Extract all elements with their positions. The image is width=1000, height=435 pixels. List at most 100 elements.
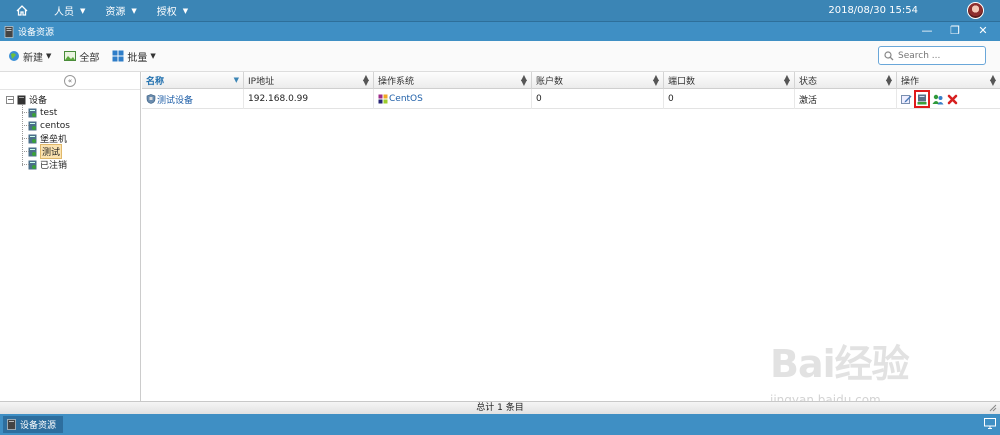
- tree-node-root[interactable]: − 设备: [0, 93, 140, 106]
- ip-value: 192.168.0.99: [248, 94, 309, 104]
- sort-desc-icon: ▼: [233, 76, 239, 84]
- batch-button-label: 批量: [127, 52, 148, 64]
- chevron-down-icon: ▼: [150, 52, 156, 60]
- home-icon: [16, 5, 28, 16]
- device-tree-panel: « − 设备 test centos 堡垒机 测试 已注销: [0, 72, 141, 401]
- shield-device-icon: [146, 94, 156, 104]
- device-icon: [28, 108, 37, 117]
- column-header-label: 账户数: [536, 77, 564, 87]
- tree-node-label: 测试: [40, 144, 63, 159]
- column-header-label: 操作: [901, 77, 920, 87]
- taskbar: 设备资源: [0, 414, 1000, 435]
- server-icon: [17, 95, 26, 104]
- menu-people-label: 人员: [54, 7, 74, 18]
- ports-value: 0: [668, 94, 674, 104]
- menu-authorization[interactable]: 授权 ▼: [147, 0, 198, 21]
- column-header-status[interactable]: 状态 ▲ ▼: [795, 72, 897, 89]
- restore-icon[interactable]: ❐: [948, 24, 962, 37]
- device-icon: [28, 134, 37, 143]
- taskbar-item-device-resources[interactable]: 设备资源: [3, 416, 63, 433]
- batch-button[interactable]: 批量 ▼: [107, 45, 160, 67]
- collapse-row: «: [0, 72, 140, 90]
- accounts-value: 0: [536, 94, 542, 104]
- column-header-accounts[interactable]: 账户数 ▲ ▼: [532, 72, 664, 89]
- os-link[interactable]: CentOS: [389, 94, 423, 104]
- sort-icon: ▲ ▼: [989, 73, 996, 87]
- grid-icon: [112, 50, 124, 62]
- device-config-icon: [917, 94, 927, 104]
- sort-icon: ▲ ▼: [783, 73, 790, 87]
- column-header-ports[interactable]: 端口数 ▲ ▼: [664, 72, 795, 89]
- window-title: 设备资源: [18, 28, 55, 38]
- column-header-label: 名称: [146, 77, 165, 87]
- search-box[interactable]: [878, 46, 986, 65]
- tree-node-label: 已注销: [40, 161, 68, 171]
- device-name-link[interactable]: 测试设备: [157, 93, 193, 106]
- chevron-down-icon: ▼: [131, 6, 137, 15]
- table-footer: 总计 1 条目: [0, 401, 1000, 414]
- new-button[interactable]: 新建 ▼: [3, 45, 56, 67]
- new-button-label: 新建: [23, 52, 43, 64]
- centos-icon: [378, 94, 388, 104]
- device-tree: − 设备 test centos 堡垒机 测试 已注销: [0, 90, 140, 171]
- search-input[interactable]: [898, 50, 984, 61]
- tree-node-label: 设备: [29, 96, 48, 106]
- sort-icon: ▲ ▼: [362, 73, 369, 87]
- cell-accounts: 0: [532, 89, 664, 109]
- sort-icon: ▲ ▼: [652, 73, 659, 87]
- window-title-bar: 设备资源 — ❐ ✕: [0, 21, 1000, 41]
- column-header-ip[interactable]: IP地址 ▲ ▼: [244, 72, 374, 89]
- status-value: 激活: [799, 95, 818, 106]
- menu-resources-label: 资源: [105, 7, 126, 18]
- all-button-label: 全部: [79, 52, 100, 64]
- tree-node-centos[interactable]: centos: [0, 119, 140, 132]
- sort-icon: ▲ ▼: [520, 73, 527, 87]
- cell-actions: [897, 89, 1000, 109]
- column-header-os[interactable]: 操作系统 ▲ ▼: [374, 72, 532, 89]
- column-header-actions[interactable]: 操作 ▲ ▼: [897, 72, 1000, 89]
- taskbar-item-label: 设备资源: [20, 421, 57, 431]
- all-button[interactable]: 全部: [59, 45, 104, 67]
- show-desktop-icon[interactable]: [984, 418, 996, 429]
- collapse-panel-button[interactable]: «: [64, 74, 76, 87]
- datetime: 2018/08/30 15:54: [828, 5, 918, 16]
- window-controls: — ❐ ✕: [920, 24, 990, 37]
- tree-node-test-cn[interactable]: 测试: [0, 144, 140, 159]
- device-action-highlighted[interactable]: [914, 90, 930, 108]
- cell-name: 测试设备: [142, 89, 244, 109]
- device-icon: [28, 160, 37, 169]
- avatar[interactable]: [967, 2, 984, 19]
- chevron-down-icon: ▼: [182, 6, 189, 15]
- cell-status: 激活: [795, 89, 897, 109]
- device-icon: [28, 147, 37, 156]
- minimize-icon[interactable]: —: [920, 24, 934, 37]
- tree-node-test[interactable]: test: [0, 106, 140, 119]
- tree-node-deregistered[interactable]: 已注销: [0, 158, 140, 171]
- tree-node-label: test: [40, 107, 58, 118]
- column-header-label: 端口数: [668, 77, 696, 87]
- device-table: 名称 ▼ IP地址 ▲ ▼ 操作系统 ▲ ▼ 账户数 ▲ ▼ 端口数 ▲ ▼ 状态 ▲ ▼ 操作 ▲ ▼ …: [142, 72, 1000, 401]
- column-header-name[interactable]: 名称 ▼: [142, 72, 244, 89]
- cell-os: CentOS: [374, 89, 532, 109]
- column-header-label: 操作系统: [378, 77, 415, 87]
- cell-ports: 0: [664, 89, 795, 109]
- users-action[interactable]: [932, 93, 944, 105]
- home-button[interactable]: [0, 0, 44, 21]
- edit-action[interactable]: [900, 93, 912, 105]
- device-icon: [28, 121, 37, 130]
- delete-action[interactable]: [946, 93, 958, 105]
- table-row[interactable]: 测试设备 192.168.0.99 CentOS 0 0 激活: [142, 89, 1000, 109]
- column-header-label: 状态: [799, 77, 818, 87]
- table-header: 名称 ▼ IP地址 ▲ ▼ 操作系统 ▲ ▼ 账户数 ▲ ▼ 端口数 ▲ ▼ 状态 ▲ ▼ 操作 ▲ ▼: [142, 72, 1000, 89]
- server-icon: [7, 419, 16, 430]
- chevron-down-icon: ▼: [46, 52, 52, 60]
- resize-grip-icon[interactable]: [989, 404, 997, 412]
- collapse-toggle-icon[interactable]: −: [6, 95, 14, 104]
- tree-node-bastion[interactable]: 堡垒机: [0, 132, 140, 145]
- menu-authorization-label: 授权: [156, 7, 177, 18]
- menu-people[interactable]: 人员 ▼: [44, 0, 95, 21]
- menu-resources[interactable]: 资源 ▼: [95, 0, 146, 21]
- server-icon: [4, 25, 14, 38]
- globe-add-icon: [9, 51, 19, 61]
- close-icon[interactable]: ✕: [976, 24, 990, 37]
